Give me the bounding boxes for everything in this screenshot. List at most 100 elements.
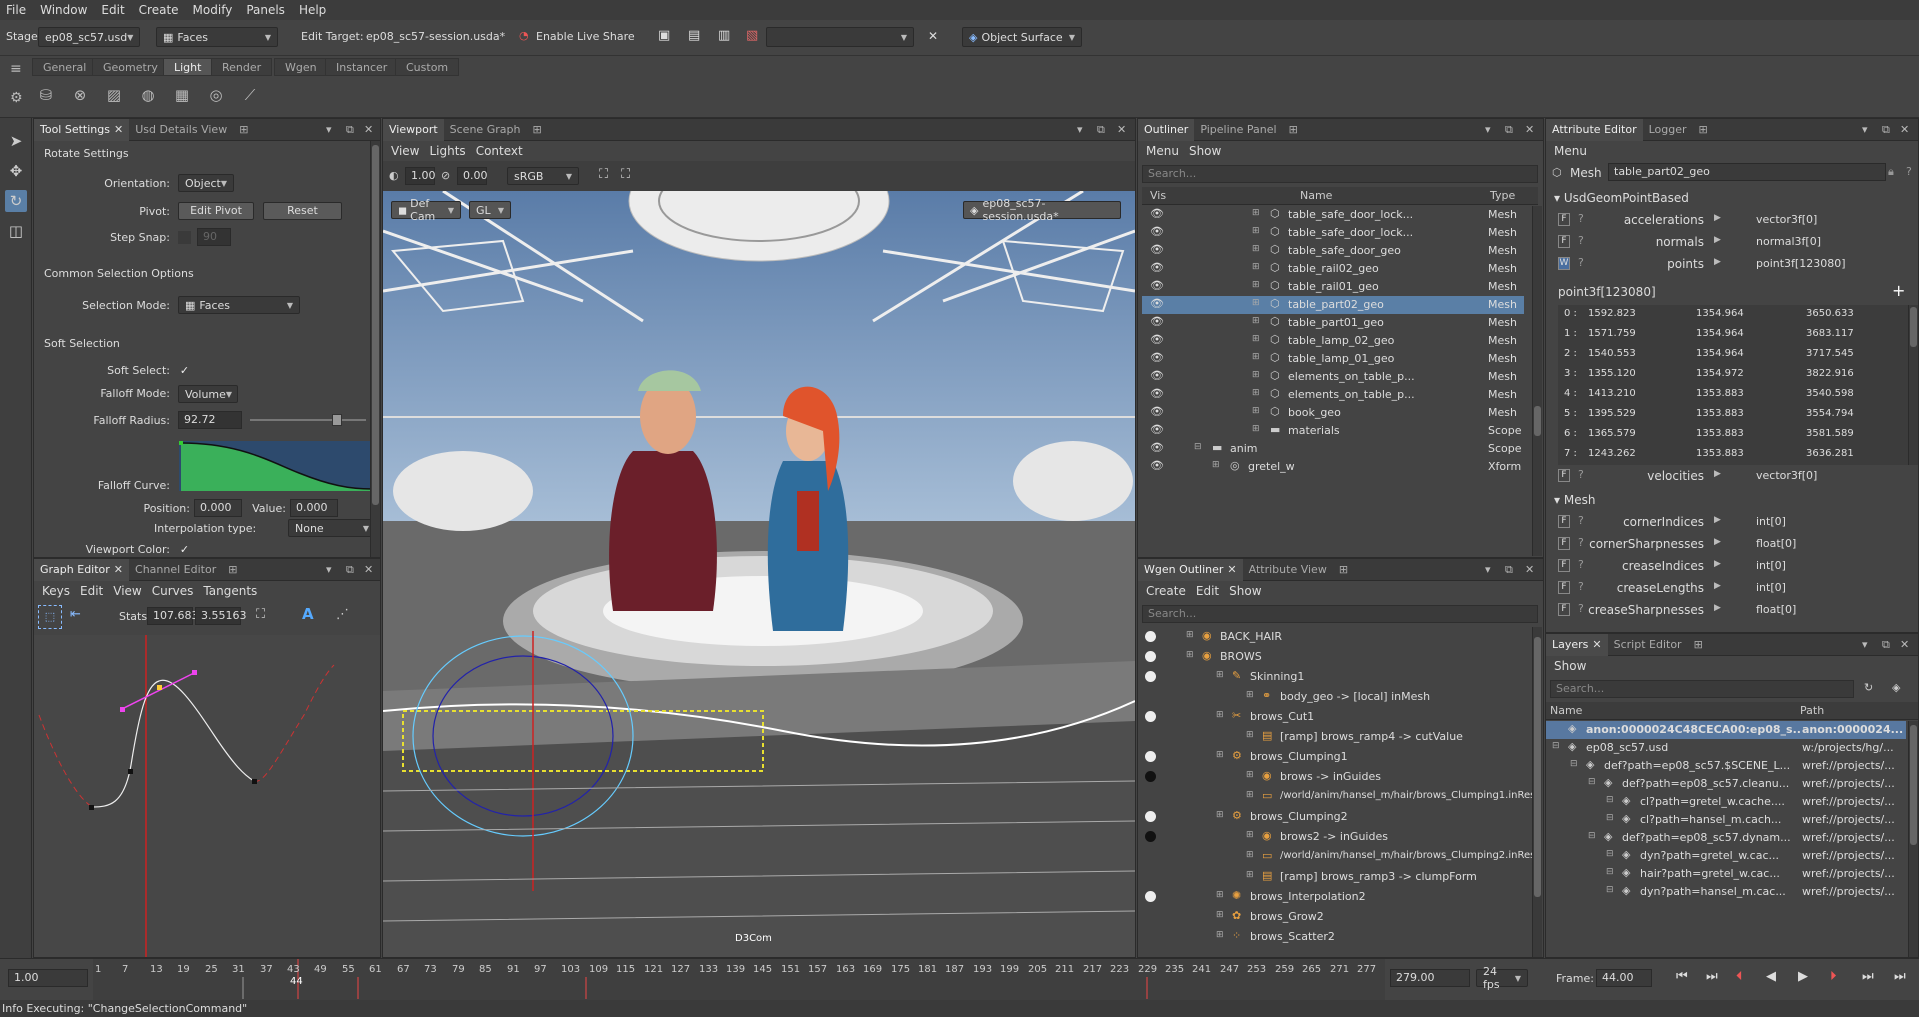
visibility-dot[interactable] <box>1145 631 1156 642</box>
chevron-down-icon[interactable]: ▾ <box>1862 123 1868 136</box>
layer-row[interactable]: ◈ anon:0000024C48CECA00:ep08_s... anon:000… <box>1546 721 1906 739</box>
start-frame-field[interactable]: 1.00 <box>8 969 88 987</box>
wgen-row[interactable]: ⊞ ✂ brows_Cut1 <box>1142 707 1524 727</box>
visibility-dot[interactable] <box>1145 831 1156 842</box>
graph-canvas[interactable] <box>34 635 380 957</box>
layer-row[interactable]: ⊟ ◈ hair?path=gretel_w.cac... wref://projec… <box>1546 865 1906 883</box>
eye-icon[interactable]: 👁︎ <box>1150 333 1164 346</box>
eye-icon[interactable]: 👁︎ <box>1150 315 1164 328</box>
layer-row[interactable]: ⊟ ◈ dyn?path=gretel_w.cac... wref://project… <box>1546 847 1906 865</box>
close-icon[interactable]: ✕ <box>928 29 938 43</box>
eye-icon[interactable]: 👁︎ <box>1150 369 1164 382</box>
shelf-tab-render[interactable]: Render <box>211 58 273 76</box>
falloff-mode-select[interactable]: Volume ▼ <box>178 385 238 403</box>
column-name[interactable]: Name <box>1300 189 1332 202</box>
layer-row[interactable]: ⊟ ◈ ep08_sc57.usd w:/projects/hg/... <box>1546 739 1906 757</box>
chevron-right-icon[interactable]: ▶ <box>1714 257 1721 267</box>
wgen-row[interactable]: ⊞ ✎ Skinning1 <box>1142 667 1524 687</box>
value-field[interactable]: 0.000 <box>290 499 338 517</box>
layer-select[interactable]: ▼ <box>766 27 914 47</box>
expand-icon[interactable]: ⊞ <box>1252 244 1260 254</box>
menu-modify[interactable]: Modify <box>193 3 233 17</box>
step-snap-field[interactable]: 90 <box>197 228 231 246</box>
outliner-row[interactable]: 👁︎ ⊞ ⬡ table_lamp_01_geo Mesh <box>1142 350 1524 368</box>
tab-channel-editor[interactable]: Channel Editor <box>129 559 222 581</box>
visibility-dot[interactable] <box>1145 771 1156 782</box>
close-icon[interactable]: ✕ <box>1592 638 1601 651</box>
tab-tool-settings[interactable]: Tool Settings ✕ <box>34 118 130 141</box>
wgen-row[interactable]: ⊞ ✺ brows_Interpolation2 <box>1142 887 1524 907</box>
attribute-row[interactable]: F? creaseSharpnesses ▶ float[0] <box>1546 601 1918 619</box>
outliner-scrollbar[interactable] <box>1532 206 1542 556</box>
chevron-down-icon[interactable]: ▾ <box>326 123 332 136</box>
expand-icon[interactable]: ⊞ <box>1252 226 1260 236</box>
refresh-icon[interactable]: ↻ <box>1864 681 1873 694</box>
layers-search-input[interactable]: Search... <box>1550 680 1854 698</box>
end-frame-field[interactable]: 279.00 <box>1390 969 1470 987</box>
expand-icon[interactable]: ⊞ <box>1252 424 1260 434</box>
attribute-row[interactable]: F? cornerIndices ▶ int[0] <box>1546 513 1918 531</box>
add-tab-icon[interactable]: ⊞ <box>1333 559 1354 581</box>
menu-curves[interactable]: Curves <box>152 584 194 598</box>
move-tool-icon[interactable]: ✥ <box>5 160 27 182</box>
expand-icon[interactable]: ⊞ <box>1216 910 1224 920</box>
point-row[interactable]: 4 : 1413.210 1353.883 3540.598 <box>1558 385 1908 405</box>
rect-light-icon[interactable]: ▨ <box>103 84 125 106</box>
menu-show[interactable]: Show <box>1189 144 1221 158</box>
wgen-row[interactable]: ⊞ ⚙ brows_Clumping2 <box>1142 807 1524 827</box>
go-to-end-icon[interactable]: ⏭ <box>1894 969 1906 984</box>
attribute-row[interactable]: F? normals ▶ normal3f[0] <box>1546 233 1918 251</box>
shelf-tab-geometry[interactable]: Geometry <box>92 58 169 76</box>
stage-select[interactable]: ep08_sc57.usd ▼ <box>38 27 140 47</box>
menu-create[interactable]: Create <box>1146 584 1186 598</box>
expand-icon[interactable]: ⊞ <box>1246 730 1254 740</box>
layers-scrollbar[interactable] <box>1908 721 1918 957</box>
current-frame-field[interactable]: 44.00 <box>1596 969 1652 987</box>
outliner-row[interactable]: 👁︎ ⊞ ⬡ elements_on_table_p... Mesh <box>1142 386 1524 404</box>
expand-icon[interactable]: ⊞ <box>1252 262 1260 272</box>
points-scrollbar[interactable] <box>1908 305 1918 465</box>
outliner-row[interactable]: 👁︎ ⊞ ⬡ elements_on_table_p... Mesh <box>1142 368 1524 386</box>
enable-live-share-button[interactable]: Enable Live Share <box>536 30 635 43</box>
section-mesh[interactable]: ▾ Mesh <box>1554 493 1595 507</box>
expand-icon[interactable]: ⊟ <box>1194 442 1202 452</box>
column-name[interactable]: Name <box>1550 704 1582 717</box>
image-icon[interactable]: ▣ <box>658 28 670 43</box>
falloff-radius-slider[interactable] <box>250 419 366 421</box>
eye-icon[interactable]: 👁︎ <box>1150 423 1164 436</box>
add-tab-icon[interactable]: ⊞ <box>526 119 547 141</box>
menu-view[interactable]: View <box>391 144 419 158</box>
add-tab-icon[interactable]: ⊞ <box>1693 119 1714 141</box>
wgen-row[interactable]: ⊞ ◉ BROWS <box>1142 647 1524 667</box>
move-keys-icon[interactable]: ⇤ <box>70 607 81 622</box>
wgen-row[interactable]: ⊞ ⚭ body_geo -> [local] inMesh <box>1142 687 1524 707</box>
float-icon[interactable]: ⧉ <box>1097 123 1105 137</box>
expand-icon[interactable]: ⊞ <box>1186 650 1194 660</box>
prim-name-field[interactable]: table_part02_geo <box>1608 163 1886 181</box>
expand-icon[interactable]: ⊞ <box>1216 930 1224 940</box>
eye-icon[interactable]: 👁︎ <box>1150 441 1164 454</box>
shelf-tab-instancer[interactable]: Instancer <box>325 58 399 76</box>
expand-icon[interactable]: ⊞ <box>1246 830 1254 840</box>
step-back-key-icon[interactable]: ⏭ <box>1706 969 1718 984</box>
outliner-row[interactable]: 👁︎ ⊞ ⬡ table_lamp_02_geo Mesh <box>1142 332 1524 350</box>
menu-edit[interactable]: Edit <box>1196 584 1219 598</box>
chevron-right-icon[interactable]: ▶ <box>1714 537 1721 547</box>
close-icon[interactable]: ✕ <box>1227 563 1236 576</box>
expand-icon[interactable]: ⊞ <box>1252 388 1260 398</box>
outliner-row[interactable]: 👁︎ ⊞ ⬡ table_part02_geo Mesh <box>1142 296 1524 314</box>
chevron-right-icon[interactable]: ▶ <box>1714 213 1721 223</box>
expand-icon[interactable]: ⊞ <box>1252 280 1260 290</box>
chevron-down-icon[interactable]: ▾ <box>1862 638 1868 651</box>
eye-icon[interactable]: 👁︎ <box>1150 261 1164 274</box>
wgen-row[interactable]: ⊞ ▭ /world/anim/hansel_m/hair/brows_Clumpi… <box>1142 787 1535 807</box>
point-row[interactable]: 2 : 1540.553 1354.964 3717.545 <box>1558 345 1908 365</box>
edit-pivot-button[interactable]: Edit Pivot <box>178 202 254 220</box>
attribute-row[interactable]: W? points ▶ point3f[123080] <box>1546 255 1918 273</box>
shelf-tab-wgen[interactable]: Wgen <box>274 58 328 76</box>
add-tab-icon[interactable]: ⊞ <box>233 119 254 141</box>
float-icon[interactable]: ⧉ <box>1882 638 1890 652</box>
attribute-row[interactable]: F? creaseLengths ▶ int[0] <box>1546 579 1918 597</box>
expand-icon[interactable]: ⊟ <box>1552 741 1560 751</box>
expand-icon[interactable]: ⊟ <box>1606 849 1614 859</box>
